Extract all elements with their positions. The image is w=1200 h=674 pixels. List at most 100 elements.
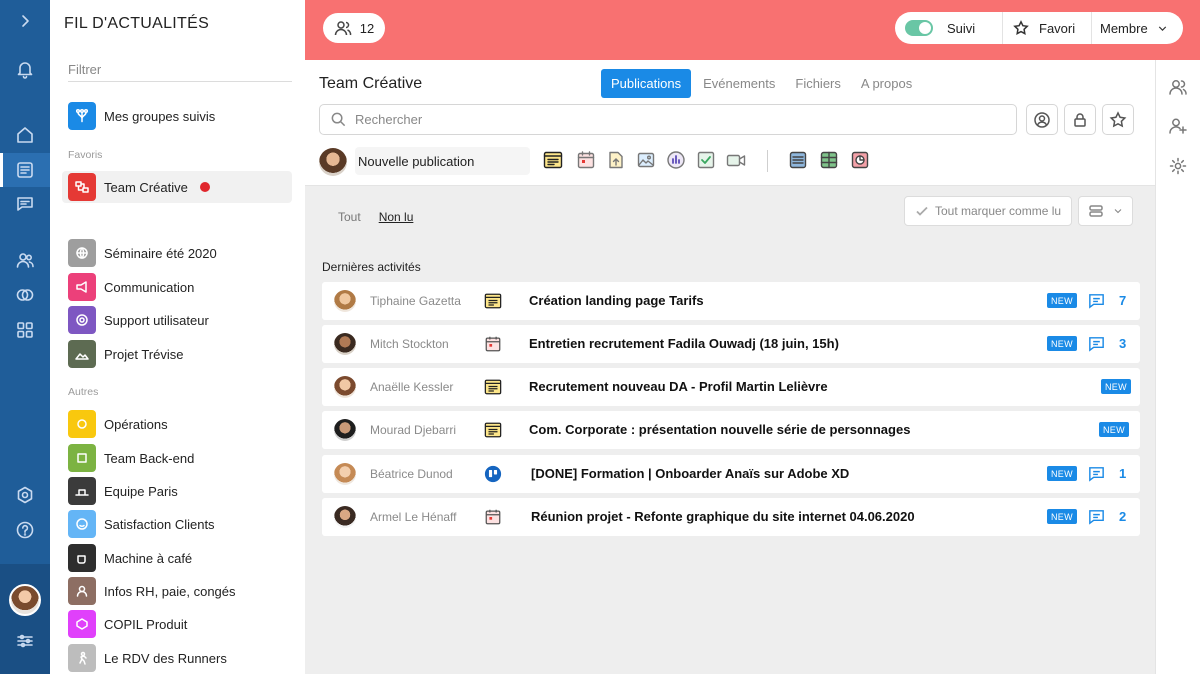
apps-icon[interactable]: [0, 313, 50, 347]
tab-bar: Publications Evénements Fichiers A propo…: [601, 69, 922, 98]
follow-toggle[interactable]: Suivi: [895, 12, 1002, 44]
sidebar-item-followed-groups[interactable]: Mes groupes suivis: [62, 100, 292, 132]
private-filter-button[interactable]: [1064, 104, 1096, 135]
favorite-button[interactable]: Favori: [1003, 12, 1091, 44]
sidebar-item-satisfaction-clients[interactable]: Satisfaction Clients: [62, 508, 292, 540]
post-title[interactable]: Com. Corporate : présentation nouvelle s…: [529, 422, 910, 437]
sidebar-item-label: Equipe Paris: [104, 483, 178, 499]
sidebar-item-support[interactable]: Support utilisateur: [62, 304, 292, 336]
sidebar-item-projet-trevise[interactable]: Projet Trévise: [62, 338, 292, 370]
new-post-button[interactable]: Nouvelle publication: [355, 147, 530, 175]
author-name: Mourad Djebarri: [370, 423, 457, 437]
video-icon[interactable]: [725, 149, 747, 171]
author-name: Béatrice Dunod: [370, 467, 453, 481]
others-section-label: Autres: [68, 386, 99, 398]
group-icon: [68, 239, 96, 267]
rings-icon[interactable]: [0, 278, 50, 312]
sidebar-item-label: Team Back-end: [104, 450, 195, 466]
star-icon: [1013, 20, 1029, 35]
group-photo-icon: [68, 577, 96, 605]
sliders-icon[interactable]: [0, 624, 50, 658]
search-input[interactable]: [355, 112, 995, 127]
member-count-button[interactable]: 12: [323, 13, 385, 43]
calendar-icon: [483, 507, 503, 527]
post-title[interactable]: [DONE] Formation | Onboarder Anaïs sur A…: [531, 466, 849, 481]
dashboard-widget-icon[interactable]: [787, 149, 809, 171]
home-icon[interactable]: [0, 118, 50, 152]
filter-unread[interactable]: Non lu: [379, 210, 414, 224]
sidebar-item-copil-produit[interactable]: COPIL Produit: [62, 608, 292, 640]
avatar[interactable]: [9, 584, 41, 616]
calendar-icon[interactable]: [575, 149, 597, 171]
favorites-filter-button[interactable]: [1102, 104, 1134, 135]
filter-input[interactable]: [68, 58, 292, 82]
tab-fichiers[interactable]: Fichiers: [785, 69, 851, 98]
feed-row[interactable]: Tiphaine Gazetta Création landing page T…: [322, 282, 1140, 320]
add-user-icon[interactable]: [1168, 116, 1190, 138]
comment-icon[interactable]: [1087, 507, 1107, 527]
sidebar-item-label: Séminaire été 2020: [104, 245, 217, 261]
comment-count: 7: [1119, 293, 1127, 308]
article-icon: [483, 420, 503, 440]
post-title[interactable]: Recrutement nouveau DA - Profil Martin L…: [529, 379, 828, 394]
author-name: Armel Le Hénaff: [370, 510, 457, 524]
file-upload-icon[interactable]: [605, 149, 627, 171]
group-photo-icon: [68, 477, 96, 505]
people-icon[interactable]: [0, 243, 50, 277]
group-icon: [68, 273, 96, 301]
tab-publications[interactable]: Publications: [601, 69, 692, 98]
post-title[interactable]: Réunion projet - Refonte graphique du si…: [531, 509, 915, 524]
avatar: [334, 506, 356, 528]
people-icon: [334, 21, 352, 36]
gear-icon[interactable]: [1168, 156, 1190, 178]
toggle-switch[interactable]: [905, 20, 933, 36]
comment-icon[interactable]: [1087, 291, 1107, 311]
sidebar-item-team-back-end[interactable]: Team Back-end: [62, 442, 292, 474]
feed-row[interactable]: Béatrice Dunod [DONE] Formation | Onboar…: [322, 455, 1140, 493]
bell-icon[interactable]: [0, 52, 50, 86]
list-view-icon: [1088, 205, 1103, 217]
tab-a-propos[interactable]: A propos: [851, 69, 922, 98]
feed-row[interactable]: Anaëlle Kessler Recrutement nouveau DA -…: [322, 368, 1140, 406]
chat-icon[interactable]: [0, 187, 50, 221]
feed-row[interactable]: Mourad Djebarri Com. Corporate : présent…: [322, 411, 1140, 449]
post-title[interactable]: Entretien recrutement Fadila Ouwadj (18 …: [529, 336, 839, 351]
sidebar-item-rdv-runners[interactable]: Le RDV des Runners: [62, 642, 292, 674]
view-mode-select[interactable]: [1078, 196, 1133, 226]
sidebar-item-seminaire[interactable]: Séminaire été 2020: [62, 237, 292, 269]
sidebar-item-communication[interactable]: Communication: [62, 271, 292, 303]
poll-icon[interactable]: [665, 149, 687, 171]
recent-activity-label: Dernières activités: [322, 260, 421, 274]
avatar: [334, 333, 356, 355]
feed-row[interactable]: Armel Le Hénaff Réunion projet - Refonte…: [322, 498, 1140, 536]
feed-row[interactable]: Mitch Stockton Entretien recrutement Fad…: [322, 325, 1140, 363]
image-icon[interactable]: [635, 149, 657, 171]
sidebar-item-operations[interactable]: Opérations: [62, 408, 292, 440]
chart-widget-icon[interactable]: [849, 149, 871, 171]
help-icon[interactable]: [0, 513, 50, 547]
sidebar-item-infos-rh[interactable]: Infos RH, paie, congés: [62, 575, 292, 607]
filter-all[interactable]: Tout: [338, 210, 361, 224]
comment-icon[interactable]: [1087, 334, 1107, 354]
group-photo-icon: [68, 340, 96, 368]
post-title[interactable]: Création landing page Tarifs: [529, 293, 704, 308]
sidebar-item-machine-a-cafe[interactable]: Machine à café: [62, 542, 292, 574]
checklist-icon[interactable]: [695, 149, 717, 171]
sidebar-item-equipe-paris[interactable]: Equipe Paris: [62, 475, 292, 507]
sidebar-item-label: Communication: [104, 279, 195, 295]
member-icon[interactable]: [1168, 77, 1190, 99]
article-icon[interactable]: [542, 149, 564, 171]
chevron-down-icon: [1158, 25, 1166, 31]
chevron-right-icon[interactable]: [0, 4, 50, 38]
comment-icon[interactable]: [1087, 464, 1107, 484]
sidebar-item-label: Opérations: [104, 416, 168, 432]
tab-evenements[interactable]: Evénements: [693, 69, 785, 98]
mark-all-read-button[interactable]: Tout marquer comme lu: [904, 196, 1072, 226]
feed-icon[interactable]: [0, 153, 50, 187]
search-icon: [331, 112, 346, 127]
member-dropdown[interactable]: Membre: [1092, 12, 1182, 44]
sidebar-item-team-creative[interactable]: Team Créative: [62, 171, 292, 203]
settings-icon[interactable]: [0, 478, 50, 512]
author-filter-button[interactable]: [1026, 104, 1058, 135]
table-widget-icon[interactable]: [818, 149, 840, 171]
